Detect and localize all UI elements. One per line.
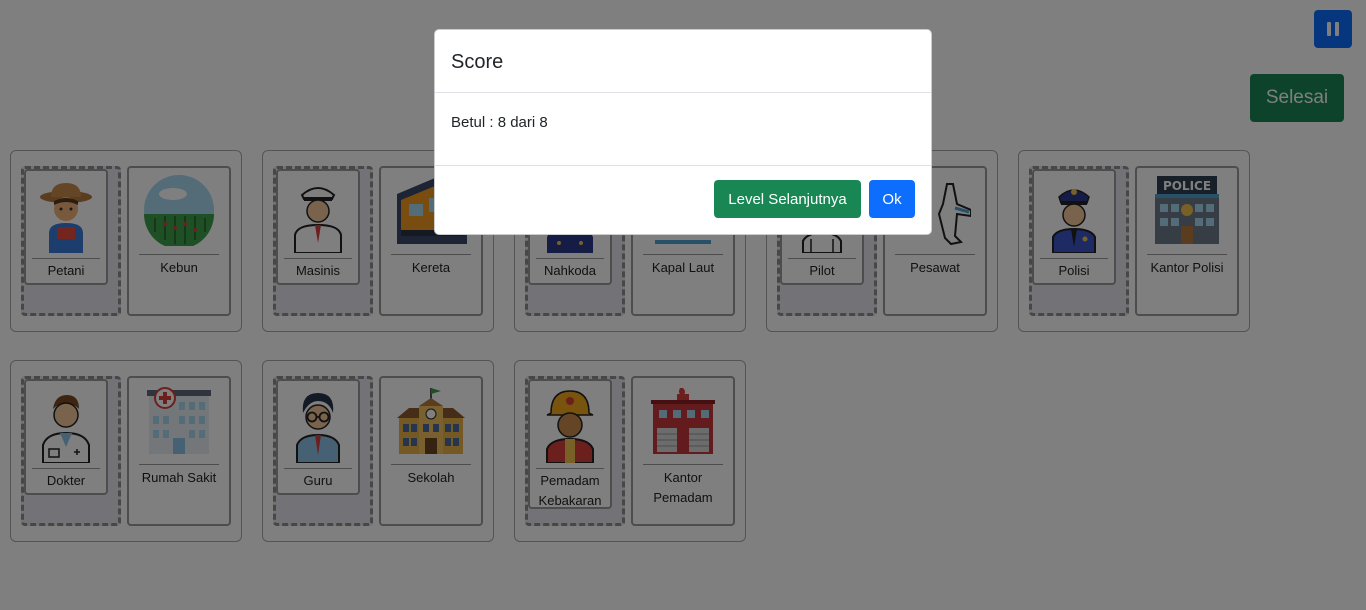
score-text: Betul : 8 dari 8 xyxy=(435,93,931,166)
next-level-button[interactable]: Level Selanjutnya xyxy=(714,180,861,218)
modal-header: Score xyxy=(435,30,931,93)
modal-footer: Level Selanjutnya Ok xyxy=(435,164,931,234)
ok-button[interactable]: Ok xyxy=(869,180,915,218)
modal-title: Score xyxy=(451,51,504,73)
score-modal: Score Betul : 8 dari 8 Level Selanjutnya… xyxy=(434,29,932,235)
